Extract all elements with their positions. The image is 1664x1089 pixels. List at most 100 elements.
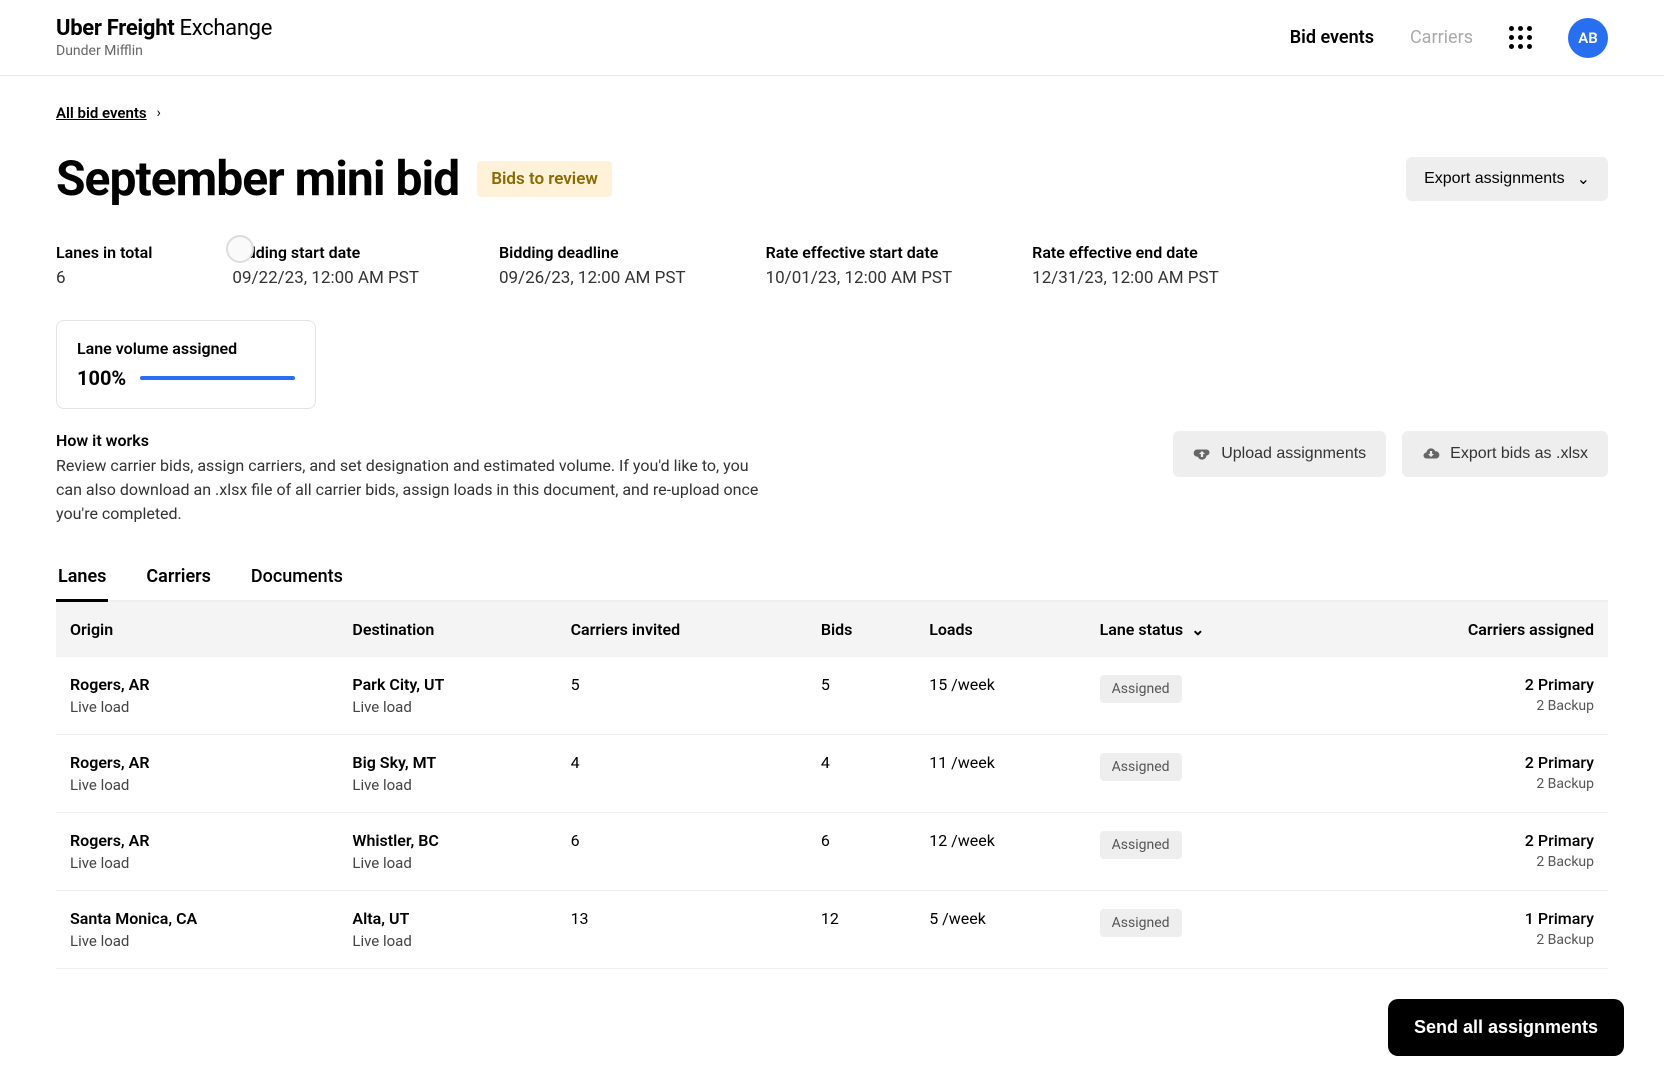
cloud-download-icon: [1422, 445, 1440, 463]
lane-status-pill: Assigned: [1100, 675, 1182, 703]
meta-value: 09/26/23, 12:00 AM PST: [499, 268, 686, 288]
loading-indicator-icon: [226, 235, 254, 263]
volume-card: Lane volume assigned 100%: [56, 320, 316, 409]
logo-subtitle: Dunder Mifflin: [56, 43, 272, 59]
bids-value: 12: [807, 891, 915, 969]
meta-value: 10/01/23, 12:00 AM PST: [766, 268, 953, 288]
meta-row: Lanes in total 6 Bidding start date 09/2…: [56, 243, 1608, 288]
avatar[interactable]: AB: [1568, 18, 1608, 58]
header-right: Bid events Carriers AB: [1290, 18, 1608, 58]
how-it-works-text: Review carrier bids, assign carriers, an…: [56, 454, 776, 526]
table-row[interactable]: Rogers, ARLive loadBig Sky, MTLive load4…: [56, 735, 1608, 813]
table-row[interactable]: Rogers, AR Live load Park City, UT Live loa…: [56, 657, 1608, 735]
breadcrumb-all-bid-events[interactable]: All bid events: [56, 104, 147, 122]
destination-city: Big Sky, MT: [352, 753, 542, 772]
loads-value: 12 /week: [915, 813, 1085, 891]
breadcrumb: All bid events ›: [56, 104, 1608, 122]
title-left: September mini bid Bids to review: [56, 150, 612, 207]
origin-city: Santa Monica, CA: [70, 909, 324, 928]
meta-rate-start: Rate effective start date 10/01/23, 12:0…: [766, 243, 953, 288]
carriers-assigned-primary: 1 Primary: [1341, 909, 1594, 928]
meta-value: 12/31/23, 12:00 AM PST: [1032, 268, 1219, 288]
col-lane-status[interactable]: Lane status⌄: [1086, 602, 1328, 657]
destination-city: Whistler, BC: [352, 831, 542, 850]
tab-documents[interactable]: Documents: [249, 554, 345, 602]
volume-pct: 100%: [77, 366, 126, 390]
col-loads[interactable]: Loads: [915, 602, 1085, 657]
col-carriers-invited[interactable]: Carriers invited: [557, 602, 807, 657]
tab-carriers[interactable]: Carriers: [144, 554, 213, 602]
carriers-assigned-backup: 2 Backup: [1341, 776, 1594, 792]
loads-value: 5 /week: [915, 891, 1085, 969]
meta-rate-end: Rate effective end date 12/31/23, 12:00 …: [1032, 243, 1219, 288]
lane-status-pill: Assigned: [1100, 831, 1182, 859]
content: All bid events › September mini bid Bids…: [0, 76, 1664, 1089]
title-row: September mini bid Bids to review Export…: [56, 150, 1608, 207]
apps-grid-icon[interactable]: [1509, 26, 1532, 49]
table-header-row: Origin Destination Carriers invited Bids…: [56, 602, 1608, 657]
table-row[interactable]: Santa Monica, CA Live load Alta, UT Live lo…: [56, 891, 1608, 969]
destination-load-type: Live load: [352, 854, 542, 872]
carriers-assigned-primary: 2 Primary: [1341, 831, 1594, 850]
cloud-upload-icon: [1193, 445, 1211, 463]
carriers-invited-value: 5: [557, 657, 807, 735]
col-destination[interactable]: Destination: [338, 602, 556, 657]
page-title: September mini bid: [56, 150, 459, 207]
carriers-assigned-backup: 2 Backup: [1341, 932, 1594, 948]
destination-load-type: Live load: [352, 698, 542, 716]
col-carriers-assigned[interactable]: Carriers assigned: [1327, 602, 1608, 657]
meta-value: 6: [56, 268, 152, 288]
carriers-assigned-backup: 2 Backup: [1341, 698, 1594, 714]
col-bids[interactable]: Bids: [807, 602, 915, 657]
nav-bid-events[interactable]: Bid events: [1290, 27, 1374, 48]
origin-load-type: Live load: [70, 854, 324, 872]
bids-value: 6: [807, 813, 915, 891]
how-it-works-title: How it works: [56, 431, 776, 450]
lane-status-pill: Assigned: [1100, 909, 1182, 937]
upload-assignments-button[interactable]: Upload assignments: [1173, 431, 1386, 477]
destination-load-type: Live load: [352, 776, 542, 794]
header: Uber Freight Exchange Dunder Mifflin Bid…: [0, 0, 1664, 76]
send-all-assignments-button[interactable]: Send all assignments: [1388, 999, 1624, 1056]
carriers-assigned-backup: 2 Backup: [1341, 854, 1594, 870]
export-assignments-label: Export assignments: [1424, 170, 1565, 188]
origin-load-type: Live load: [70, 698, 324, 716]
meta-lanes-total: Lanes in total 6: [56, 243, 152, 288]
action-buttons: Upload assignments Export bids as .xlsx: [1173, 431, 1608, 477]
meta-bid-deadline: Bidding deadline 09/26/23, 12:00 AM PST: [499, 243, 686, 288]
carriers-invited-value: 4: [557, 735, 807, 813]
export-assignments-button[interactable]: Export assignments ⌄: [1406, 157, 1608, 201]
meta-bid-start: Bidding start date 09/22/23, 12:00 AM PS…: [232, 243, 419, 288]
how-it-works-row: How it works Review carrier bids, assign…: [56, 431, 1608, 526]
nav-carriers[interactable]: Carriers: [1410, 27, 1473, 48]
chevron-right-icon: ›: [157, 105, 161, 121]
destination-city: Park City, UT: [352, 675, 542, 694]
meta-label: Rate effective end date: [1032, 243, 1219, 262]
loads-value: 15 /week: [915, 657, 1085, 735]
bids-value: 4: [807, 735, 915, 813]
carriers-invited-value: 13: [557, 891, 807, 969]
meta-label: Bidding start date: [232, 243, 419, 262]
volume-progress-bar: [140, 376, 295, 380]
lane-status-pill: Assigned: [1100, 753, 1182, 781]
export-bids-button[interactable]: Export bids as .xlsx: [1402, 431, 1608, 477]
carriers-assigned-primary: 2 Primary: [1341, 753, 1594, 772]
destination-load-type: Live load: [352, 932, 542, 950]
col-origin[interactable]: Origin: [56, 602, 338, 657]
destination-city: Alta, UT: [352, 909, 542, 928]
logo[interactable]: Uber Freight Exchange Dunder Mifflin: [56, 16, 272, 59]
tabs: Lanes Carriers Documents: [56, 554, 1608, 602]
meta-label: Rate effective start date: [766, 243, 953, 262]
meta-label: Lanes in total: [56, 243, 152, 262]
lanes-table: Origin Destination Carriers invited Bids…: [56, 602, 1608, 969]
loads-value: 11 /week: [915, 735, 1085, 813]
origin-city: Rogers, AR: [70, 753, 324, 772]
origin-load-type: Live load: [70, 932, 324, 950]
how-it-works-text-block: How it works Review carrier bids, assign…: [56, 431, 776, 526]
table-row[interactable]: Rogers, ARLive loadWhistler, BCLive load…: [56, 813, 1608, 891]
origin-city: Rogers, AR: [70, 675, 324, 694]
tab-lanes[interactable]: Lanes: [56, 554, 108, 602]
meta-label: Bidding deadline: [499, 243, 686, 262]
status-badge: Bids to review: [477, 161, 612, 197]
chevron-down-icon: ⌄: [1191, 620, 1204, 639]
